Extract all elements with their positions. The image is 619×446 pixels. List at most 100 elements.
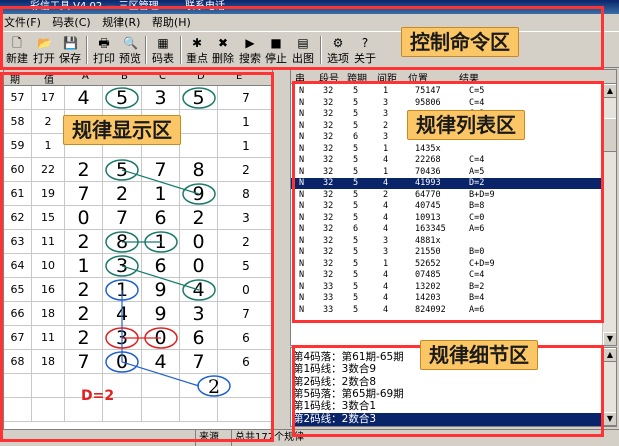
export-chart-icon: ▤ [297, 36, 309, 50]
list-header-cell[interactable]: 结果 [459, 70, 479, 85]
list-cell: N [299, 258, 305, 269]
toolbar-button-0[interactable]: 🗋 新建 [4, 34, 30, 67]
list-row[interactable]: N 32 5 1 70436 A=5 [291, 167, 601, 178]
list-cell: 4 [383, 293, 389, 303]
grid-cell: 2 [103, 182, 142, 206]
title-bar: …彩信工具 V4.02 — 三区管理 …… 联系电话 … [0, 0, 619, 14]
list-row[interactable]: N 32 5 1 52652 C+D=9 [291, 259, 601, 270]
toolbar-button-10[interactable]: ▤ 出图 [290, 34, 316, 67]
list-row[interactable]: N 32 5 4 10913 C=0 [291, 213, 601, 224]
grid-cell [4, 398, 32, 422]
grid-cell: 67 [4, 326, 32, 350]
list-cell: 75147 [415, 86, 441, 96]
toolbar-button-3[interactable]: 🖶 打印 [91, 34, 117, 67]
list-cell: 6 [353, 224, 359, 234]
list-scrollbar[interactable]: ▲ ▼ [602, 84, 616, 345]
toolbar-separator [145, 36, 147, 64]
list-row[interactable]: N 32 5 2 64770 B+D=9 [291, 190, 601, 201]
grid-cell: 1 [142, 182, 180, 206]
detail-row[interactable]: 第1码线：3数合1 [293, 400, 601, 413]
toolbar-button-1[interactable]: 📂 打开 [31, 34, 57, 67]
detail-scroll-up-icon[interactable]: ▲ [603, 348, 616, 362]
toolbar-button-7[interactable]: ✖ 删除 [210, 34, 236, 67]
grid-row[interactable]: 62 15 0 7 6 2 3 [4, 206, 272, 230]
list-row[interactable]: N 32 5 1 1435x [291, 144, 601, 155]
grid-cell: 2 [32, 110, 65, 134]
menu-bar: 文件(F) 码表(C) 规律(R) 帮助(H) [0, 14, 619, 31]
list-cell: 32 [323, 270, 334, 280]
detail-scrollbar[interactable]: ▲ ▼ [602, 348, 616, 426]
list-cell: 5 [353, 258, 359, 269]
detail-scroll-down-icon[interactable]: ▼ [603, 412, 616, 426]
list-row[interactable]: N 32 6 4 163345 A=6 [291, 224, 601, 235]
menu-file[interactable]: 文件(F) [0, 14, 45, 31]
list-header-cell[interactable]: 位置 [408, 70, 428, 85]
grid-row[interactable]: 65 16 2 1 9 4 0 [4, 278, 272, 302]
grid-cell [180, 374, 218, 398]
grid-row[interactable]: 64 10 1 3 6 0 5 [4, 254, 272, 278]
list-row[interactable]: N 32 5 3 4881x [291, 236, 601, 247]
grid-row[interactable] [4, 398, 272, 422]
toolbar-button-4[interactable]: 🔍 预览 [117, 34, 143, 67]
list-cell: B=8 [469, 201, 485, 211]
scroll-up-icon[interactable]: ▲ [603, 84, 616, 98]
list-cell: 32 [323, 109, 334, 119]
grid-cell: 4 [103, 302, 142, 326]
list-row[interactable]: N 32 5 3 95806 C=4 [291, 98, 601, 109]
grid-cell: 2 [65, 302, 103, 326]
list-row[interactable]: N 32 5 4 40745 B=8 [291, 201, 601, 212]
list-row[interactable]: N 32 5 4 07485 C=4 [291, 270, 601, 281]
list-row[interactable]: N 33 5 4 13202 B=2 [291, 282, 601, 293]
grid-cell: 8 [242, 187, 250, 201]
scroll-down-icon[interactable]: ▼ [603, 332, 616, 345]
grid-row[interactable]: 57 17 4 5 3 5 7 [4, 86, 272, 110]
grid-cell: 17 [32, 86, 65, 110]
toolbar-button-11[interactable]: ⚙ 选项 [325, 34, 351, 67]
toolbar-button-12[interactable]: ? 关于 [352, 34, 378, 67]
menu-code-table[interactable]: 码表(C) [48, 14, 94, 31]
grid-cell: 1 [32, 134, 65, 158]
grid-row[interactable]: 68 18 7 0 4 7 6 [4, 350, 272, 374]
list-row[interactable]: N 33 5 4 824092 A=6 [291, 305, 601, 316]
list-header-cell[interactable]: 段号 [319, 70, 339, 85]
toolbar-button-2[interactable]: 💾 保存 [57, 34, 83, 67]
list-cell: 33 [323, 281, 334, 292]
grid-row[interactable]: 66 18 2 4 9 3 7 [4, 302, 272, 326]
menu-rules[interactable]: 规律(R) [98, 14, 144, 31]
grid-cell: 8 [103, 230, 142, 254]
grid-cell: 4 [142, 350, 180, 374]
menu-help[interactable]: 帮助(H) [148, 14, 195, 31]
grid-row[interactable]: 63 11 2 8 1 0 2 [4, 230, 272, 254]
control-area-label: 控制命令区 [401, 27, 519, 57]
grid-cell: 0 [242, 283, 250, 297]
detail-row[interactable]: 第2码线：2数合3 [293, 412, 601, 426]
detail-row[interactable]: 第5码落：第65期-69期 [293, 388, 601, 401]
list-header-cell[interactable]: 跨期 [347, 70, 367, 85]
list-row[interactable]: N 33 5 4 14203 B=4 [291, 293, 601, 304]
grid-cell: 6 [142, 254, 180, 278]
status-mid: 来源数 [195, 430, 231, 446]
scroll-thumb[interactable] [603, 118, 616, 152]
grid-row[interactable]: 61 19 7 2 1 9 8 [4, 182, 272, 206]
list-cell: 14203 [415, 293, 441, 303]
detail-row[interactable]: 第2码线：2数合8 [293, 376, 601, 389]
list-row[interactable]: N 32 5 3 21550 B=0 [291, 247, 601, 258]
toolbar-button-8[interactable]: ▶ 搜索 [237, 34, 263, 67]
toolbar-button-5[interactable]: ▦ 码表 [150, 34, 176, 67]
list-cell: 33 [323, 293, 334, 303]
toolbar-button-9[interactable]: ■ 停止 [263, 34, 289, 67]
grid-row[interactable]: 60 22 2 5 7 8 2 [4, 158, 272, 182]
list-row[interactable]: N 32 5 1 75147 C=5 [291, 86, 601, 97]
list-row[interactable]: N 32 5 4 22268 C=4 [291, 155, 601, 166]
toolbar-button-6[interactable]: ✱ 重点 [184, 34, 210, 67]
grid-row[interactable]: 67 11 2 3 0 6 6 [4, 326, 272, 350]
grid-cell: 3 [242, 211, 250, 225]
list-row[interactable]: N 32 5 4 41993 D=2 [291, 178, 601, 189]
list-header-cell[interactable]: 串 [295, 70, 305, 85]
list-cell: 5 [353, 281, 359, 292]
list-header-cell[interactable]: 间距 [377, 70, 397, 85]
grid-row[interactable] [4, 374, 272, 398]
toolbar-button-label: 删除 [212, 52, 234, 65]
grid-cell: 1 [142, 230, 180, 254]
list-cell: 41993 [415, 178, 441, 188]
